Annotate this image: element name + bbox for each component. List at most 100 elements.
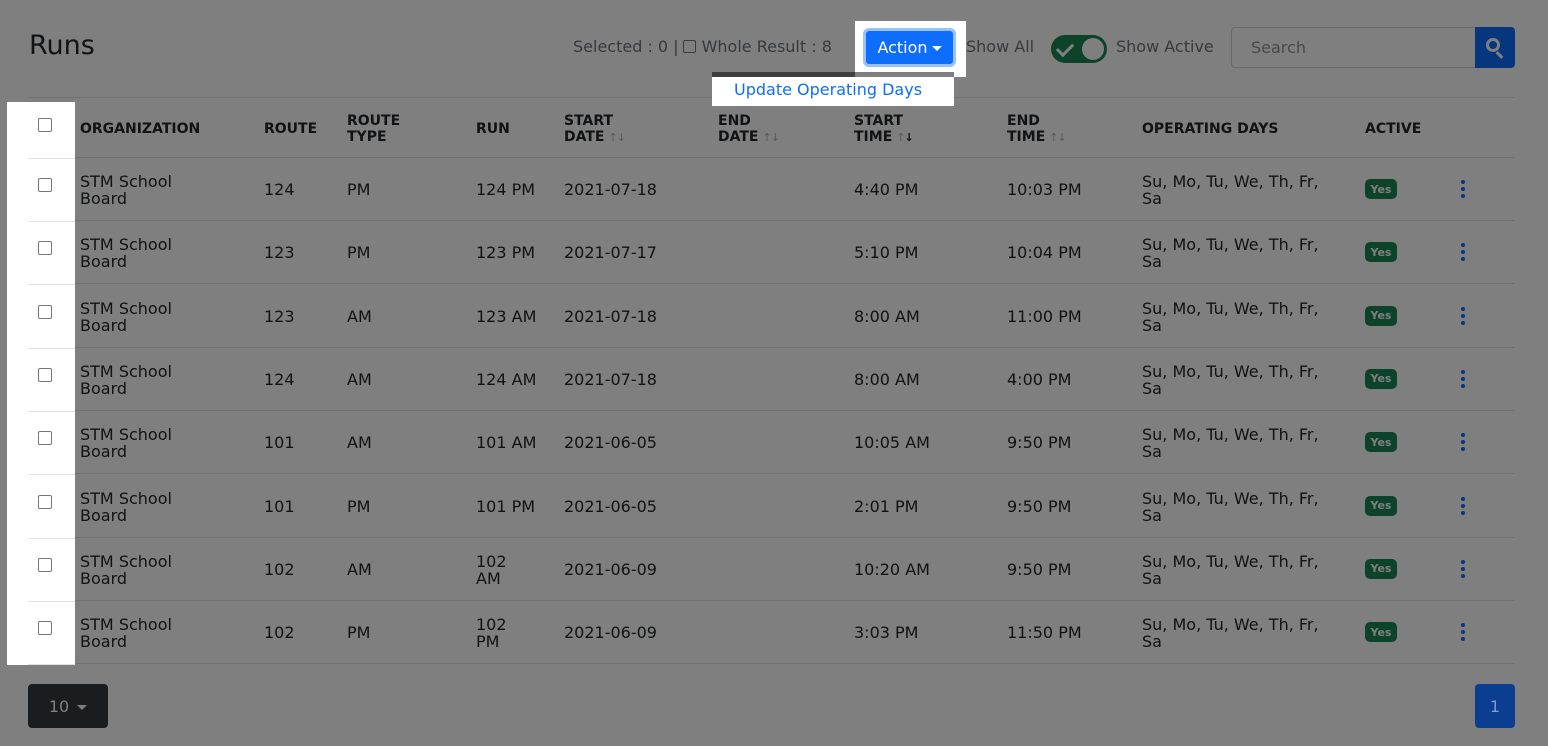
page-size-value: 10 <box>48 696 70 716</box>
cell-operating-days-line2: Sa <box>1142 252 1162 272</box>
cell-organization-line1: STM School <box>80 298 172 318</box>
row-checkbox[interactable] <box>38 621 52 636</box>
cell-run: 101 PM <box>476 496 536 516</box>
column-run[interactable]: RUN <box>476 121 510 137</box>
action-button[interactable]: Action <box>863 28 956 67</box>
selected-count: Selected : 0 | <box>573 37 679 56</box>
cell-operating-days: Su, Mo, Tu, We, Th, Fr, Sa <box>1142 490 1319 524</box>
show-all-label: Show All <box>966 37 1035 56</box>
column-route[interactable]: ROUTE <box>264 121 317 137</box>
cell-route: 124 <box>264 180 295 199</box>
row-checkbox[interactable] <box>38 557 52 572</box>
column-end-date-line2: DATE <box>718 129 759 145</box>
cell-route: 123 <box>264 306 295 326</box>
active-filter-toggle[interactable] <box>1051 35 1107 63</box>
more-options-icon[interactable] <box>1458 242 1468 262</box>
cell-operating-days-line2: Sa <box>1142 442 1162 462</box>
column-end-date[interactable]: END DATE ↑↓ <box>718 113 780 146</box>
cell-route: 124 <box>264 369 295 389</box>
row-divider <box>28 347 75 349</box>
cell-organization: STM School Board <box>80 553 172 587</box>
cell-operating-days-line1: Su, Mo, Tu, We, Th, Fr, <box>1142 361 1319 381</box>
cell-end-time: 9:50 PM <box>1007 559 1072 579</box>
column-start-date-line1: START <box>564 113 614 129</box>
more-options-icon[interactable] <box>1458 432 1468 452</box>
cell-organization-line1: STM School <box>80 615 172 635</box>
check-icon <box>1055 38 1075 58</box>
cell-run: 123 PM <box>476 243 536 263</box>
row-divider <box>28 600 75 602</box>
row-checkbox[interactable] <box>38 178 52 192</box>
cell-run: 124 AM <box>476 369 537 389</box>
update-operating-days-item[interactable]: Update Operating Days <box>734 80 922 99</box>
column-start-time[interactable]: START TIME ↑↓ <box>854 113 914 146</box>
row-checkbox[interactable] <box>38 494 52 509</box>
cell-end-time: 4:00 PM <box>1007 369 1072 389</box>
cell-run-line2: AM <box>476 568 501 588</box>
overlay <box>0 0 1548 21</box>
select-all-checkbox[interactable] <box>38 118 52 132</box>
show-active-label: Show Active <box>1116 37 1214 56</box>
column-end-date-line1: END <box>718 113 751 129</box>
more-options-icon[interactable] <box>1458 306 1468 326</box>
status-badge: Yes <box>1365 368 1397 389</box>
more-options-icon[interactable] <box>1458 369 1468 389</box>
cell-operating-days-line2: Sa <box>1142 315 1162 335</box>
row-checkbox[interactable] <box>38 431 52 446</box>
page-1-button[interactable]: 1 <box>1475 684 1515 728</box>
row-divider <box>28 158 75 159</box>
row-checkbox[interactable] <box>38 367 52 382</box>
cell-route: 102 <box>264 559 295 579</box>
table-header-row: ORGANIZATION ROUTE ROUTE TYPE RUN START … <box>28 97 1515 158</box>
page-size-select[interactable]: 10 <box>28 684 108 728</box>
sort-icon: ↑↓ <box>1049 131 1066 144</box>
cell-operating-days-line1: Su, Mo, Tu, We, Th, Fr, <box>1142 298 1319 318</box>
cell-operating-days: Su, Mo, Tu, We, Th, Fr, Sa <box>1142 173 1319 207</box>
status-badge: Yes <box>1365 179 1397 199</box>
table-row: STM School Board 102 AM 102 AM 2021-06-09 10:20… <box>28 538 1515 601</box>
cell-start-date: 2021-06-05 <box>564 433 657 453</box>
cell-route-type: PM <box>347 496 371 516</box>
more-options-icon[interactable] <box>1458 559 1468 579</box>
cell-route: 101 <box>264 433 295 453</box>
cell-operating-days: Su, Mo, Tu, We, Th, Fr, Sa <box>1142 363 1319 397</box>
cell-start-date: 2021-06-09 <box>564 559 657 579</box>
cell-operating-days: Su, Mo, Tu, We, Th, Fr, Sa <box>1142 236 1319 270</box>
row-checkbox[interactable] <box>38 241 52 256</box>
cell-end-time: 11:00 PM <box>1007 306 1082 326</box>
cell-end-time: 11:50 PM <box>1007 623 1082 643</box>
search-input[interactable] <box>1231 27 1476 68</box>
cell-operating-days-line1: Su, Mo, Tu, We, Th, Fr, <box>1142 235 1319 255</box>
column-route-type[interactable]: ROUTE TYPE <box>347 113 400 145</box>
column-organization[interactable]: ORGANIZATION <box>80 121 200 137</box>
row-divider <box>28 410 75 412</box>
more-options-icon[interactable] <box>1458 622 1468 642</box>
cell-organization: STM School Board <box>80 173 172 207</box>
cell-operating-days: Su, Mo, Tu, We, Th, Fr, Sa <box>1142 553 1319 587</box>
cell-organization-line2: Board <box>80 568 128 588</box>
column-end-time[interactable]: END TIME ↑↓ <box>1007 113 1067 146</box>
sort-desc-icon: ↑↓ <box>896 131 913 144</box>
cell-run: 123 AM <box>476 306 537 326</box>
cell-end-time: 9:50 PM <box>1007 496 1072 516</box>
column-active[interactable]: ACTIVE <box>1365 121 1421 137</box>
cell-operating-days-line1: Su, Mo, Tu, We, Th, Fr, <box>1142 172 1319 191</box>
more-options-icon[interactable] <box>1458 496 1468 516</box>
cell-start-time: 5:10 PM <box>854 243 919 263</box>
cell-operating-days-line1: Su, Mo, Tu, We, Th, Fr, <box>1142 425 1319 445</box>
cell-run: 124 PM <box>476 180 536 199</box>
row-checkbox[interactable] <box>38 304 52 319</box>
table-row: STM School Board 101 PM 101 PM 2021-06-05 2:01… <box>28 475 1515 538</box>
cell-organization-line2: Board <box>80 632 128 652</box>
cell-start-date: 2021-06-09 <box>564 623 657 643</box>
cell-operating-days-line1: Su, Mo, Tu, We, Th, Fr, <box>1142 615 1319 635</box>
more-options-icon[interactable] <box>1458 179 1468 199</box>
column-operating-days[interactable]: OPERATING DAYS <box>1142 121 1278 137</box>
cell-organization-line1: STM School <box>80 235 172 255</box>
search-button[interactable] <box>1475 27 1515 68</box>
cell-route-type: PM <box>347 180 371 199</box>
column-start-date[interactable]: START DATE ↑↓ <box>564 113 626 146</box>
whole-result-checkbox[interactable] <box>682 40 696 53</box>
page-title: Runs <box>29 30 95 61</box>
overlay <box>0 665 1548 746</box>
